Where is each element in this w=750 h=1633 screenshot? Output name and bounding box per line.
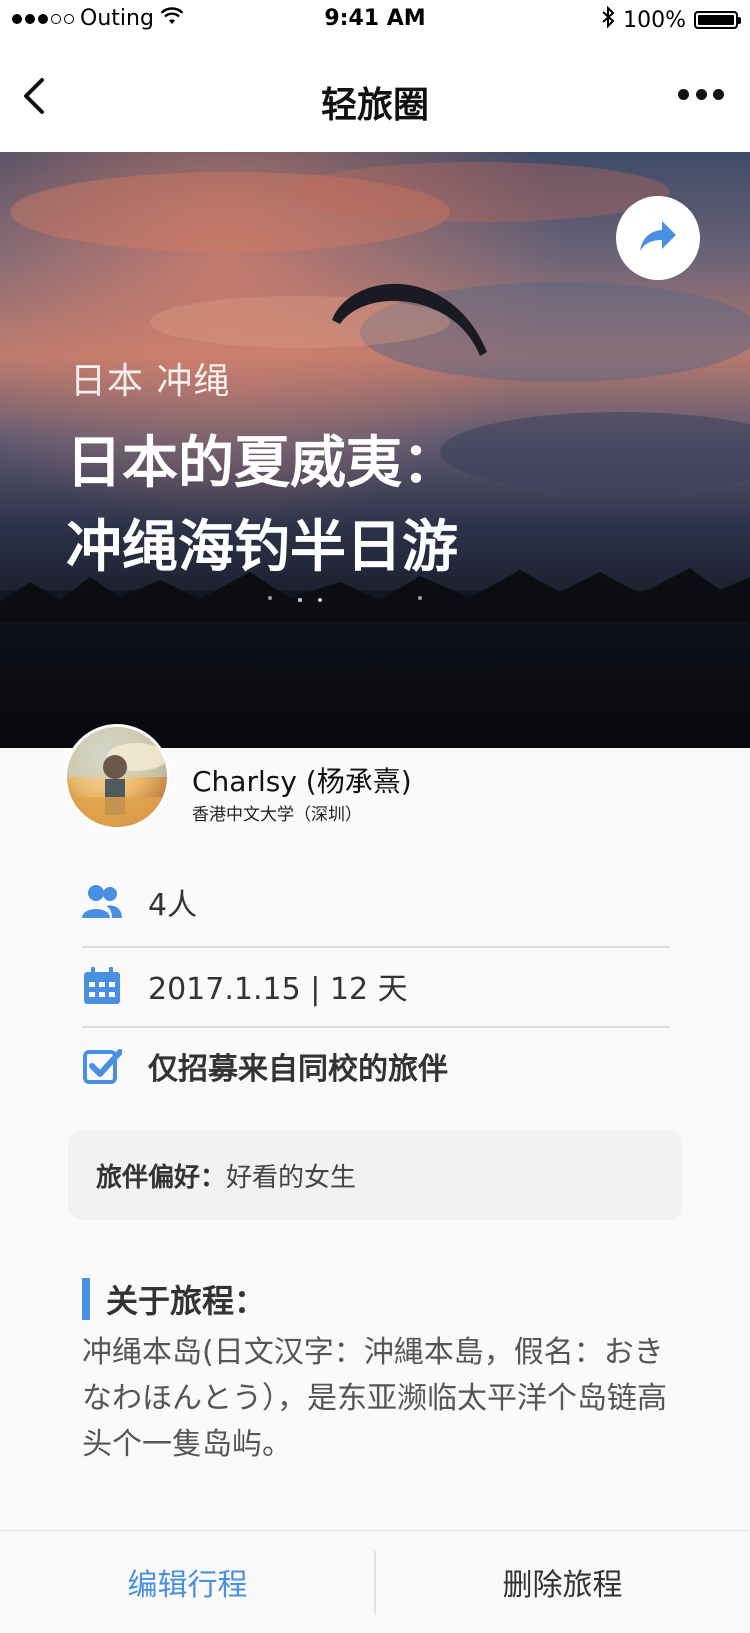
users-icon <box>82 882 122 922</box>
restriction-row: 仅招募来自同校的旅伴 <box>82 1026 670 1106</box>
calendar-icon <box>82 966 122 1006</box>
battery-level <box>698 15 734 25</box>
checkbox-checked-icon <box>82 1046 122 1086</box>
trip-title: 日本的夏威夷： 冲绳海钓半日游 <box>66 422 458 590</box>
section-accent-bar <box>82 1278 90 1320</box>
button-separator <box>374 1551 376 1615</box>
bottom-action-bar: 编辑行程 删除旅程 <box>0 1530 750 1633</box>
about-title: 关于旅程： <box>106 1282 267 1320</box>
delete-trip-button[interactable]: 删除旅程 <box>375 1531 750 1633</box>
navigation-bar: 轻旅圈 <box>0 40 750 152</box>
bluetooth-icon <box>601 5 615 34</box>
trip-title-line-1: 日本的夏威夷： <box>66 431 458 496</box>
status-right: 100% <box>601 5 741 34</box>
more-dots-icon[interactable] <box>678 84 724 104</box>
author-school: 香港中文大学（深圳） <box>192 805 362 825</box>
trip-title-line-2: 冲绳海钓半日游 <box>66 515 458 580</box>
preference-value: 好看的女生 <box>226 1162 357 1193</box>
battery-icon <box>694 11 741 29</box>
restriction-text: 仅招募来自同校的旅伴 <box>148 1052 448 1087</box>
share-icon <box>638 219 678 257</box>
preference-label: 旅伴偏好： <box>96 1162 227 1193</box>
page-title: 轻旅圈 <box>320 85 429 126</box>
battery-percent: 100% <box>623 7 686 33</box>
edit-trip-button[interactable]: 编辑行程 <box>0 1531 375 1633</box>
share-button[interactable] <box>616 196 700 280</box>
author-name[interactable]: Charlsy (杨承熹) <box>192 760 412 800</box>
status-bar: Outing 9:41 AM 100% <box>0 0 750 40</box>
hero-image: 日本 冲绳 日本的夏威夷： 冲绳海钓半日游 <box>0 152 750 748</box>
people-count: 4人 <box>148 888 198 923</box>
date-row: 2017.1.15 | 12 天 <box>82 946 670 1026</box>
avatar[interactable] <box>64 724 170 830</box>
partner-preference-box: 旅伴偏好： 好看的女生 <box>68 1130 682 1220</box>
about-text: 冲绳本岛(日文汉字：沖縄本島，假名：おきなわほんとう），是东亚濒临太平洋个岛链高… <box>82 1335 667 1462</box>
location-label: 日本 冲绳 <box>70 361 231 402</box>
people-count-row: 4人 <box>82 862 670 942</box>
trip-date: 2017.1.15 | 12 天 <box>148 972 408 1007</box>
